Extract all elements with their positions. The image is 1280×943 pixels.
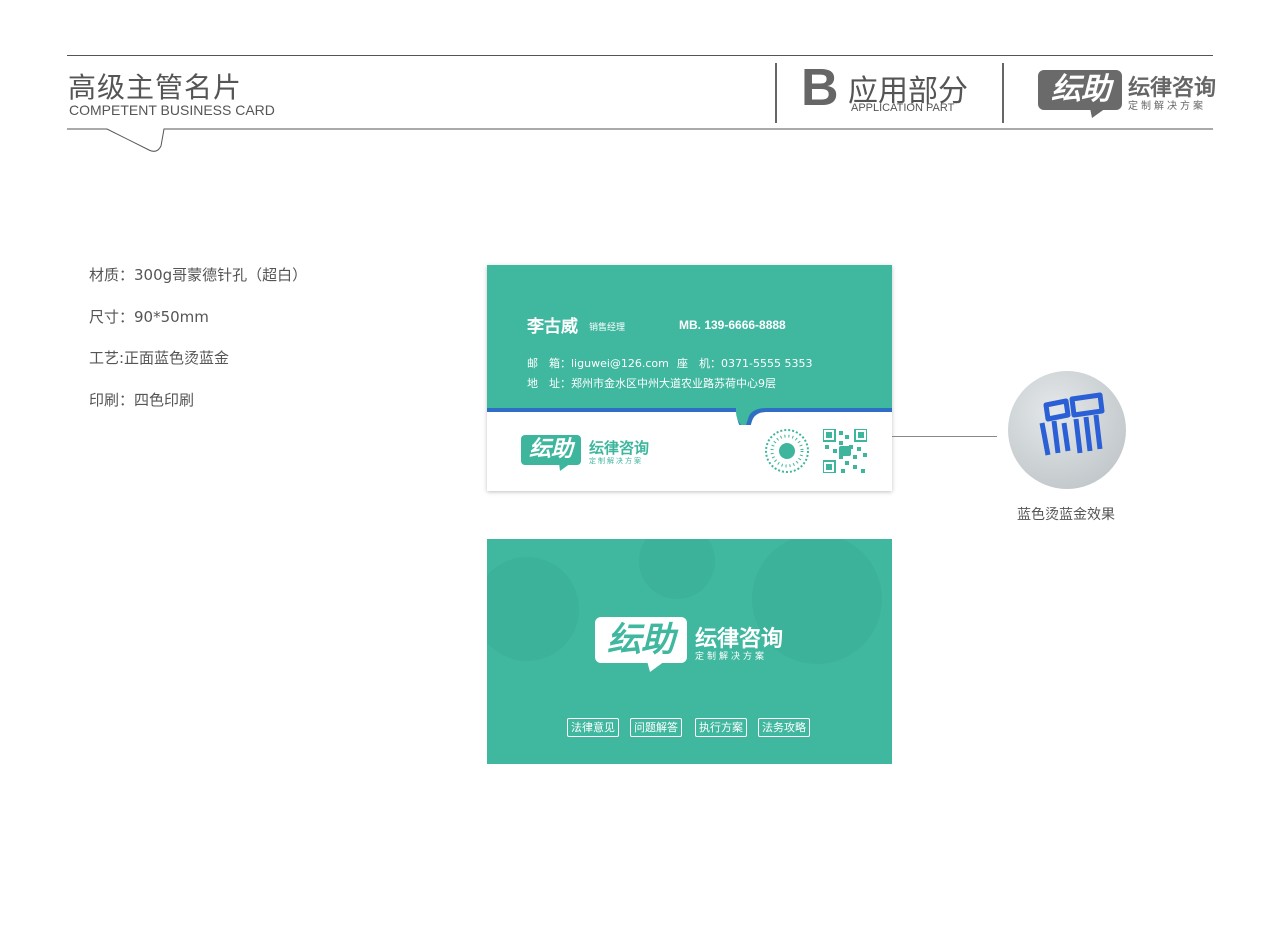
stamp-logo-icon bbox=[1039, 392, 1105, 456]
stamp-caption: 蓝色烫蓝金效果 bbox=[1017, 507, 1115, 523]
mini-program-code-icon bbox=[765, 429, 809, 473]
spec-size: 尺寸：90*50mm bbox=[89, 308, 209, 326]
person-name: 李古威 bbox=[527, 317, 578, 337]
spec-process: 工艺:正面蓝色烫蓝金 bbox=[89, 349, 230, 367]
service-tag-strategy: 法务攻略 bbox=[758, 718, 810, 737]
person-job-title: 销售经理 bbox=[589, 323, 626, 333]
business-card-front: 李古威 销售经理 MB. 139-6666-8888 邮 箱：liguwei@1… bbox=[487, 265, 892, 491]
person-email: 邮 箱：liguwei@126.com bbox=[527, 357, 669, 370]
hot-stamp-effect-image bbox=[1008, 371, 1126, 489]
brand-logo-mark-text: 纭助 bbox=[1051, 72, 1111, 107]
card-logo-mark-text: 纭助 bbox=[528, 437, 573, 462]
header-separator-left bbox=[775, 63, 777, 123]
card-front-teal-panel bbox=[487, 265, 892, 425]
header-separator-right bbox=[1002, 63, 1004, 123]
page-subtitle: COMPETENT BUSINESS CARD bbox=[69, 102, 275, 118]
service-tag-qa: 问题解答 bbox=[630, 718, 682, 737]
service-tag-execution: 执行方案 bbox=[695, 718, 747, 737]
page-title: 高级主管名片 bbox=[68, 71, 243, 104]
person-landline: 座 机：0371-5555 5353 bbox=[677, 357, 813, 370]
person-mobile: MB. 139-6666-8888 bbox=[679, 318, 786, 332]
callout-line bbox=[892, 436, 997, 437]
section-letter: B bbox=[801, 59, 839, 117]
back-logo-mark-text: 纭助 bbox=[607, 620, 675, 660]
section-subtitle: APPLICATION PART bbox=[851, 102, 955, 114]
spec-material: 材质：300g哥蒙德针孔（超白） bbox=[89, 266, 308, 284]
qr-code-icon bbox=[823, 429, 867, 473]
header-top-rule bbox=[67, 55, 1213, 56]
card-logo-name: 纭律咨询 bbox=[589, 439, 650, 457]
person-address: 地 址：郑州市金水区中州大道农业路苏荷中心9层 bbox=[527, 377, 776, 390]
card-logo-tagline: 定制解决方案 bbox=[589, 457, 643, 465]
brand-tagline: 定制解决方案 bbox=[1128, 101, 1206, 112]
background-bubble-pattern bbox=[487, 539, 882, 664]
back-logo-tagline: 定制解决方案 bbox=[695, 652, 768, 662]
business-card-back: 纭助 纭律咨询 定制解决方案 法律意见 问题解答 执行方案 法务攻略 bbox=[487, 539, 892, 764]
spec-printing: 印刷：四色印刷 bbox=[89, 391, 195, 409]
service-tag-legal-opinion: 法律意见 bbox=[567, 718, 619, 737]
header-bottom-rule bbox=[67, 128, 1213, 152]
